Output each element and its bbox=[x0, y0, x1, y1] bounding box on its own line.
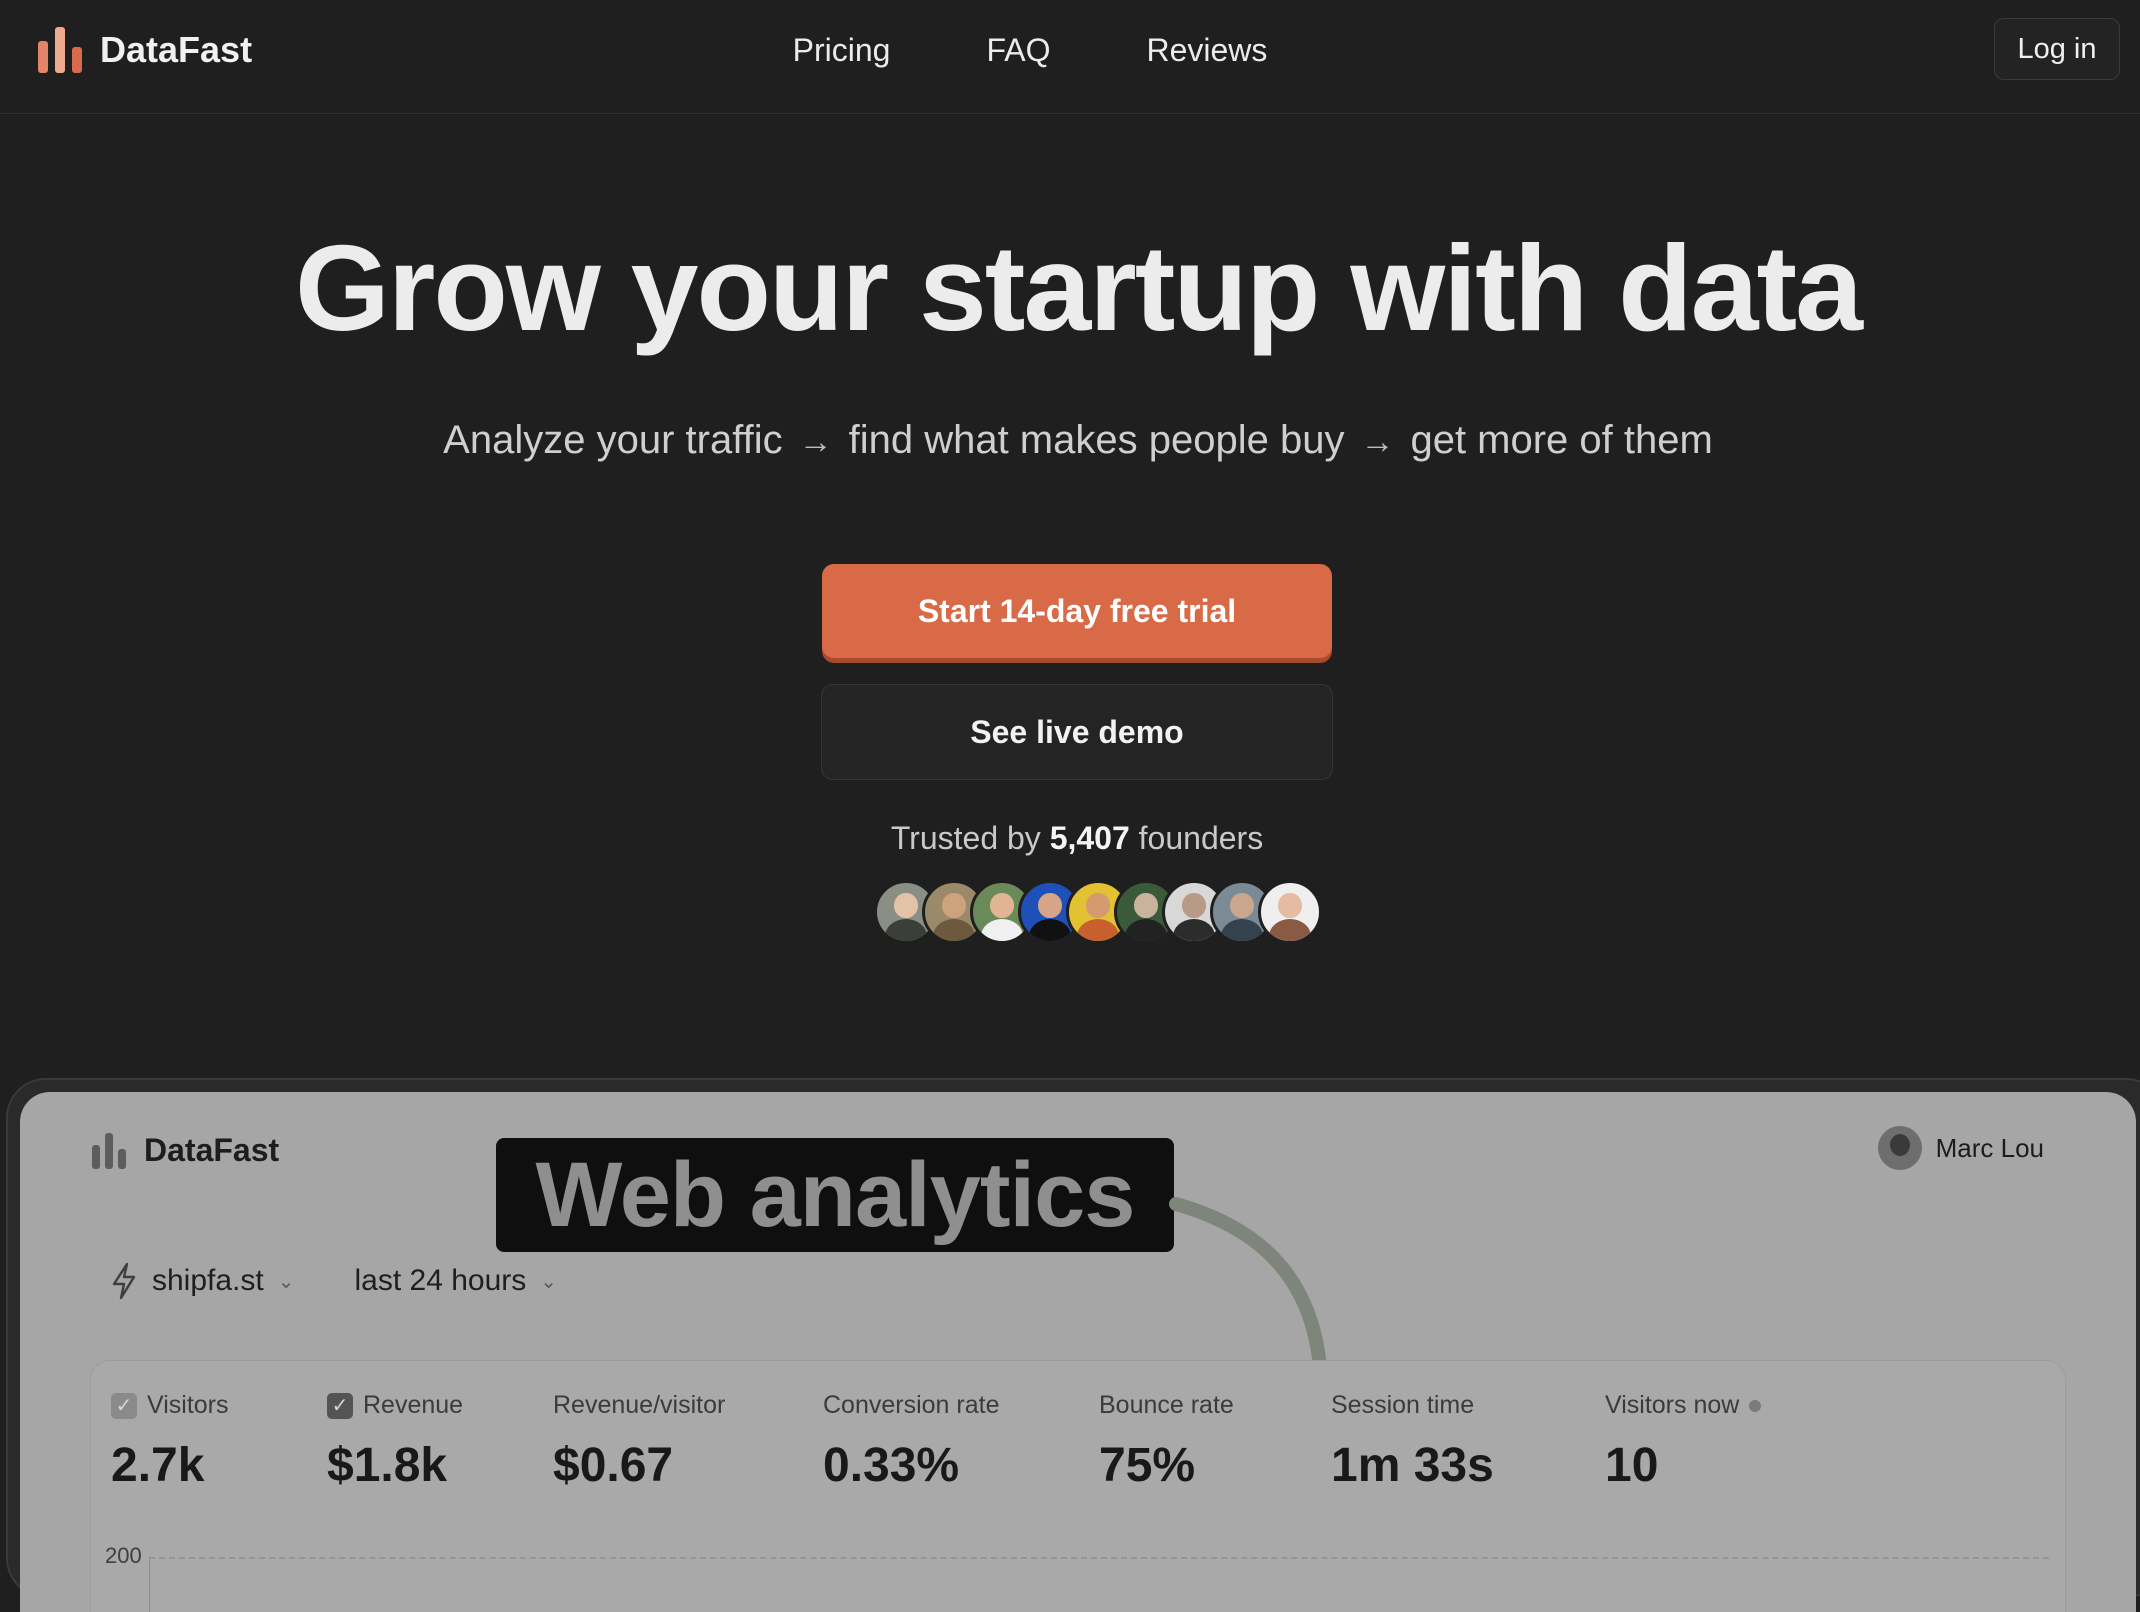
avatar bbox=[1877, 1126, 1922, 1170]
stat-conversion-rate: Conversion rate 0.33% bbox=[823, 1391, 999, 1493]
stats-panel: ✓ Visitors 2.7k ✓ Revenue $1.8k Revenue/vi… bbox=[90, 1360, 2066, 1612]
stat-label: Bounce rate bbox=[1099, 1391, 1234, 1419]
stat-value: 2.7k bbox=[111, 1439, 205, 1492]
trusted-prefix: Trusted by bbox=[890, 820, 1041, 856]
top-navbar: DataFast Pricing FAQ Reviews Log in bbox=[0, 0, 2140, 114]
chart-y-axis bbox=[149, 1557, 150, 1612]
trusted-suffix: founders bbox=[1138, 820, 1264, 856]
bar-chart-icon bbox=[38, 27, 82, 73]
stat-visitors[interactable]: ✓ Visitors 2.7k bbox=[111, 1391, 229, 1493]
founder-count: 5,407 bbox=[1049, 820, 1130, 856]
brand-name: DataFast bbox=[100, 29, 253, 70]
stat-label: Session time bbox=[1331, 1391, 1475, 1419]
nav-link-pricing[interactable]: Pricing bbox=[793, 28, 891, 72]
chart-y-tick: 200 bbox=[105, 1543, 142, 1568]
stat-label: Conversion rate bbox=[823, 1391, 1000, 1419]
nav-link-reviews[interactable]: Reviews bbox=[1146, 28, 1267, 72]
main-nav: Pricing FAQ Reviews bbox=[0, 28, 2140, 72]
date-range-label: last 24 hours bbox=[354, 1264, 527, 1297]
chevron-down-icon: ⌄ bbox=[277, 1270, 295, 1293]
preview-controls: shipfa.st ⌄ last 24 hours ⌄ bbox=[110, 1262, 557, 1300]
user-menu[interactable]: Marc Lou bbox=[1877, 1126, 2044, 1170]
stat-label: Revenue bbox=[363, 1391, 464, 1419]
live-demo-button[interactable]: See live demo bbox=[821, 684, 1333, 780]
trusted-by-text: Trusted by 5,407 founders bbox=[0, 820, 2140, 857]
chart-gridline bbox=[149, 1557, 2049, 1559]
chevron-down-icon: ⌄ bbox=[540, 1270, 558, 1293]
date-range-selector[interactable]: last 24 hours ⌄ bbox=[355, 1264, 558, 1298]
subtitle-part-find: find what makes people buy bbox=[848, 418, 1345, 462]
stat-bounce-rate: Bounce rate 75% bbox=[1099, 1391, 1234, 1493]
status-dot-icon bbox=[1749, 1399, 1762, 1412]
subtitle-part-get-more: get more of them bbox=[1410, 418, 1713, 462]
stat-value: 75% bbox=[1099, 1439, 1196, 1492]
stat-value: $1.8k bbox=[327, 1439, 448, 1492]
arrow-right-icon: → bbox=[1360, 423, 1395, 461]
stat-session-time: Session time 1m 33s bbox=[1331, 1391, 1494, 1493]
stat-revenue-per-visitor: Revenue/visitor $0.67 bbox=[553, 1391, 725, 1493]
check-icon[interactable]: ✓ bbox=[111, 1392, 137, 1419]
brand-logo-link[interactable]: DataFast bbox=[38, 26, 252, 74]
avatar bbox=[1258, 880, 1322, 944]
hero-subtitle: Analyze your traffic → find what makes peo… bbox=[0, 412, 2140, 470]
stat-revenue[interactable]: ✓ Revenue $1.8k bbox=[327, 1391, 463, 1493]
nav-link-faq[interactable]: FAQ bbox=[986, 28, 1050, 72]
stat-label: Revenue/visitor bbox=[553, 1391, 726, 1419]
arrow-right-icon: → bbox=[798, 423, 833, 461]
check-icon[interactable]: ✓ bbox=[327, 1392, 353, 1419]
stat-visitors-now: Visitors now 10 bbox=[1605, 1391, 1762, 1493]
hero-title: Grow your startup with data bbox=[294, 220, 1863, 356]
stat-value: 0.33% bbox=[823, 1439, 960, 1492]
site-selector[interactable]: shipfa.st ⌄ bbox=[110, 1262, 295, 1300]
stat-value: 10 bbox=[1605, 1439, 1659, 1492]
stat-value: 1m 33s bbox=[1331, 1439, 1494, 1492]
bolt-icon bbox=[112, 1262, 136, 1300]
login-button[interactable]: Log in bbox=[1994, 18, 2120, 80]
founder-avatars bbox=[874, 880, 1322, 944]
user-name: Marc Lou bbox=[1935, 1132, 2044, 1163]
stat-value: $0.67 bbox=[553, 1439, 674, 1492]
dashboard-preview: DataFast Web analytics Marc Lou shipfa.s… bbox=[20, 1092, 2136, 1612]
stat-label: Visitors now bbox=[1605, 1391, 1740, 1419]
start-trial-button[interactable]: Start 14-day free trial bbox=[822, 564, 1332, 658]
site-name: shipfa.st bbox=[152, 1264, 264, 1297]
stat-label: Visitors bbox=[147, 1391, 229, 1419]
subtitle-part-analyze: Analyze your traffic bbox=[443, 418, 783, 462]
